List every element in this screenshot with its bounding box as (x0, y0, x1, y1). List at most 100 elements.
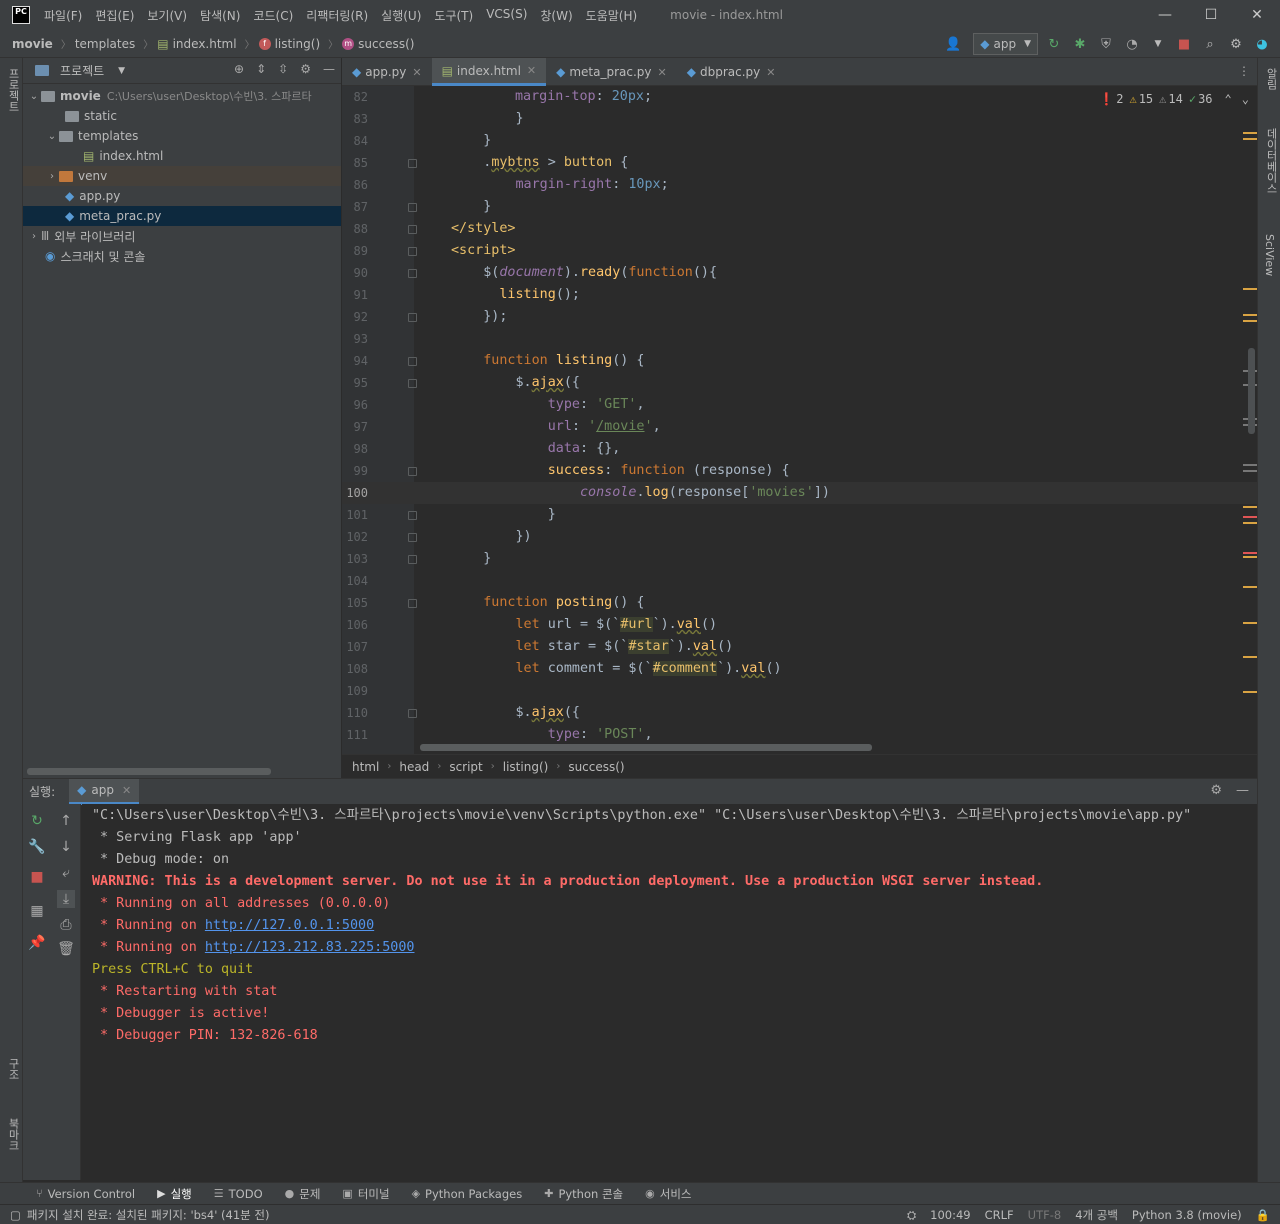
code-editor[interactable]: 82 margin-top: 20px; 83 } 84 } 85 .mybtns… (342, 86, 1257, 754)
close-icon[interactable]: ✕ (527, 64, 536, 77)
arrow-up-icon[interactable]: ↑ (57, 812, 75, 830)
more-tabs-icon[interactable]: ⋮ (1238, 64, 1250, 78)
warning-marker[interactable] (1243, 691, 1257, 693)
notifications-tool-button[interactable]: 알림 (1263, 68, 1279, 90)
sciview-tool-button[interactable]: SciView (1263, 234, 1276, 276)
structure-tool-button[interactable]: 구조 (5, 1058, 21, 1080)
editor-crumb-head[interactable]: head (399, 760, 429, 774)
line-separator[interactable]: CRLF (985, 1208, 1014, 1222)
localhost-link[interactable]: http://127.0.0.1:5000 (205, 918, 374, 933)
breadcrumb-method[interactable]: m success() (342, 37, 414, 51)
print-icon[interactable]: ⎙ (57, 916, 75, 934)
tool-tab-python-packages[interactable]: ◈ Python Packages (412, 1187, 523, 1201)
warning-marker[interactable] (1243, 522, 1257, 524)
tab-app-py[interactable]: ◆ app.py ✕ (342, 58, 432, 86)
weak-marker[interactable] (1243, 470, 1257, 472)
menu-view[interactable]: 보기(V) (147, 7, 187, 24)
tool-tab-version-control[interactable]: ⑂ Version Control (36, 1187, 135, 1201)
fold-icon[interactable] (408, 269, 417, 278)
collapse-all-icon[interactable]: ⇳ (278, 62, 288, 76)
gear-icon[interactable]: ⚙ (300, 62, 311, 76)
debug-icon[interactable]: ✱ (1070, 34, 1090, 54)
menu-file[interactable]: 파일(F) (44, 7, 82, 24)
minimize-icon[interactable]: — (1142, 0, 1188, 30)
vertical-scrollbar[interactable] (1248, 348, 1255, 434)
fold-icon[interactable] (408, 225, 417, 234)
maximize-icon[interactable]: ☐ (1188, 0, 1234, 30)
menu-edit[interactable]: 편집(E) (95, 7, 134, 24)
tree-item-static[interactable]: static (23, 106, 341, 126)
tool-tab-run[interactable]: ▶ 실행 (157, 1186, 192, 1202)
editor-crumb-html[interactable]: html (352, 760, 379, 774)
warning-marker[interactable] (1243, 556, 1257, 558)
menu-navigate[interactable]: 탐색(N) (200, 7, 240, 24)
python-interpreter[interactable]: Python 3.8 (movie) (1132, 1208, 1242, 1222)
status-message[interactable]: 패키지 설치 완료: 설치된 패키지: 'bs4' (41분 전) (27, 1207, 270, 1223)
menu-refactor[interactable]: 리팩터링(R) (306, 7, 368, 24)
close-icon[interactable]: ✕ (122, 784, 131, 797)
fold-icon[interactable] (408, 379, 417, 388)
warning-marker[interactable] (1243, 586, 1257, 588)
close-icon[interactable]: ✕ (658, 66, 667, 79)
fold-icon[interactable] (408, 511, 417, 520)
menu-help[interactable]: 도움말(H) (586, 7, 638, 24)
stop-icon[interactable]: ■ (28, 868, 46, 886)
fold-icon[interactable] (408, 159, 417, 168)
tree-item-app-py[interactable]: ◆ app.py (23, 186, 341, 206)
lock-icon[interactable]: 🔒 (1256, 1208, 1270, 1222)
run-console[interactable]: "C:\Users\user\Desktop\수빈\3. 스파르타\projec… (82, 804, 1257, 1180)
tool-tab-terminal[interactable]: ▣ 터미널 (342, 1186, 389, 1202)
fold-icon[interactable] (408, 533, 417, 542)
gear-icon[interactable]: ⚙ (1210, 783, 1222, 798)
gear-icon[interactable]: ⚙ (1226, 34, 1246, 54)
close-icon[interactable]: ✕ (766, 66, 775, 79)
chevron-down-icon[interactable]: ▼ (118, 66, 125, 76)
tool-tab-services[interactable]: ◉ 서비스 (645, 1186, 691, 1202)
fold-icon[interactable] (408, 599, 417, 608)
breadcrumb-folder[interactable]: templates (75, 37, 135, 51)
search-icon[interactable]: ⌕ (1200, 34, 1220, 54)
trash-icon[interactable]: 🗑 (57, 940, 75, 958)
user-icon[interactable]: 👤 (943, 34, 963, 54)
jetbrains-icon[interactable]: ◕ (1252, 34, 1272, 54)
fold-icon[interactable] (408, 555, 417, 564)
tool-tab-python-console[interactable]: ✚ Python 콘솔 (544, 1186, 623, 1202)
tree-item-external-libraries[interactable]: › Ⅲ 외부 라이브러리 (23, 226, 341, 246)
layout-icon[interactable]: ▦ (28, 902, 46, 920)
breadcrumb-function[interactable]: f listing() (258, 37, 320, 51)
horizontal-scrollbar[interactable] (27, 768, 271, 775)
warning-marker[interactable] (1243, 506, 1257, 508)
file-encoding[interactable]: UTF-8 (1028, 1208, 1062, 1222)
more-run-icon[interactable]: ▼ (1148, 34, 1168, 54)
inspection-widget[interactable]: ❗ 2 ⚠ 15 ⚠ 14 ✓ 36 ⌃ ⌄ (1093, 92, 1249, 106)
tab-meta-prac-py[interactable]: ◆ meta_prac.py ✕ (546, 58, 677, 86)
rerun-icon[interactable]: ↻ (28, 812, 46, 830)
tab-index-html[interactable]: ▤ index.html ✕ (431, 58, 547, 86)
fold-icon[interactable] (408, 203, 417, 212)
wrench-icon[interactable]: 🔧 (28, 838, 46, 856)
rerun-icon[interactable]: ↻ (1044, 34, 1064, 54)
weak-marker[interactable] (1243, 464, 1257, 466)
menu-code[interactable]: 코드(C) (253, 7, 293, 24)
coverage-icon[interactable]: ⛨ (1096, 34, 1116, 54)
scroll-to-end-icon[interactable]: ⤓ (57, 890, 75, 908)
tool-tab-problems[interactable]: ● 문제 (285, 1186, 321, 1202)
fold-icon[interactable] (408, 313, 417, 322)
project-tool-button[interactable]: 프로젝트 (5, 68, 21, 112)
close-icon[interactable]: ✕ (412, 66, 421, 79)
fold-icon[interactable] (408, 247, 417, 256)
expand-all-icon[interactable]: ⇕ (256, 62, 266, 76)
run-config-select[interactable]: ◆ app ▼ (973, 33, 1038, 55)
menu-tools[interactable]: 도구(T) (434, 7, 473, 24)
sync-icon[interactable]: ⛭ (907, 1208, 916, 1223)
error-marker[interactable] (1243, 552, 1257, 554)
run-tab-app[interactable]: ◆ app ✕ (69, 778, 140, 805)
menu-window[interactable]: 창(W) (540, 7, 572, 24)
editor-horizontal-scrollbar[interactable] (420, 744, 872, 751)
tool-tab-todo[interactable]: ☰ TODO (214, 1187, 263, 1201)
fold-icon[interactable] (408, 357, 417, 366)
locate-icon[interactable]: ⊕ (234, 62, 244, 76)
breadcrumb-project[interactable]: movie (12, 37, 53, 51)
warning-marker[interactable] (1243, 622, 1257, 624)
network-link[interactable]: http://123.212.83.225:5000 (205, 940, 415, 955)
